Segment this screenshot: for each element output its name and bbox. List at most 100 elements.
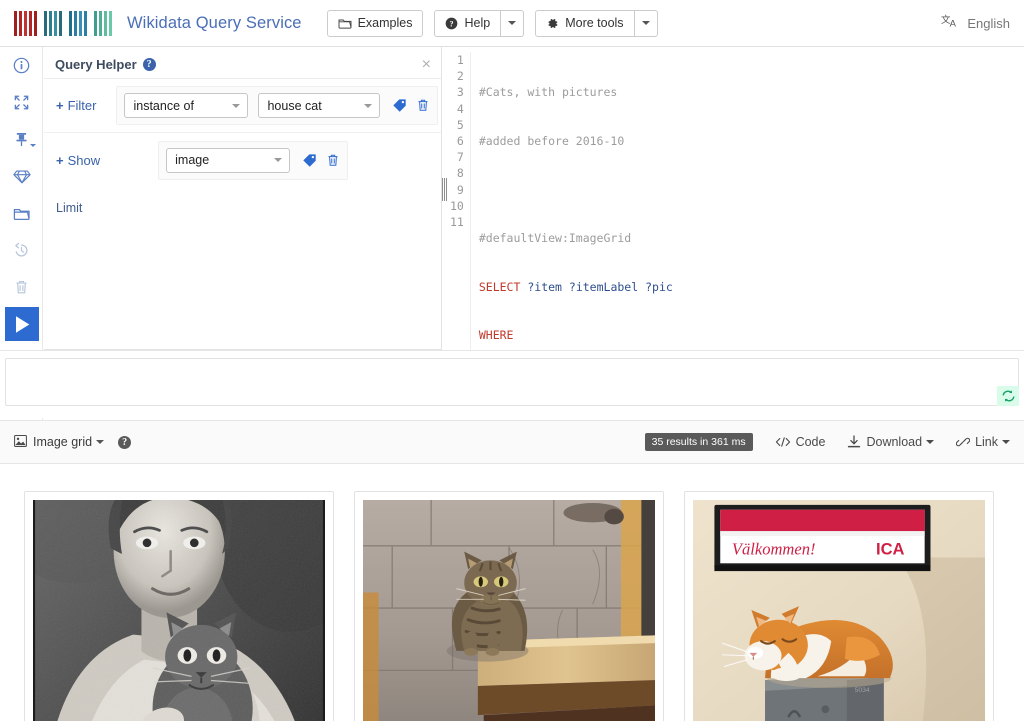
- language-selector[interactable]: 文 A English: [941, 13, 1010, 33]
- sparql-editor[interactable]: 1 2 3 4 5 6 7 8 9 10 11 #Cats, with pict…: [450, 47, 1024, 350]
- line-number: 5: [456, 117, 464, 132]
- result-image-1[interactable]: [33, 500, 325, 721]
- examples-button-label: Examples: [357, 16, 413, 30]
- add-show-label: Show: [67, 152, 101, 168]
- code-line-where: WHERE: [478, 328, 514, 343]
- svg-text:5034: 5034: [855, 687, 870, 694]
- gear-icon: [546, 17, 559, 30]
- wikidata-barcode-logo-icon: [14, 10, 114, 36]
- show-tag-icon[interactable]: [302, 153, 317, 168]
- results-count-badge: 35 results in 361 ms: [644, 433, 753, 451]
- link-button-label: Link: [975, 435, 998, 449]
- sidebar-item-fullscreen[interactable]: [0, 84, 43, 121]
- query-helper-limit-row[interactable]: Limit: [44, 187, 441, 215]
- examples-button[interactable]: Examples: [326, 9, 424, 37]
- run-query-button[interactable]: [5, 307, 39, 341]
- view-selector-label: Image grid: [33, 435, 93, 449]
- query-helper-title: Query Helper: [55, 57, 137, 72]
- line-number: 10: [450, 198, 464, 213]
- pin-icon: [16, 132, 27, 147]
- play-icon: [15, 315, 29, 333]
- add-show-button[interactable]: + Show: [56, 153, 100, 168]
- result-card[interactable]: [354, 491, 664, 721]
- expand-arrows-icon: [14, 95, 29, 110]
- help-split-button: ? Help: [434, 9, 525, 37]
- show-field-value: image: [175, 153, 210, 167]
- code-line: #defaultView:ImageGrid: [478, 231, 632, 246]
- filter-property-value: instance of: [133, 98, 194, 113]
- filter-delete-icon[interactable]: [416, 98, 430, 113]
- show-delete-icon[interactable]: [326, 153, 340, 168]
- caret-down-icon: [232, 103, 241, 108]
- line-number: 4: [456, 101, 464, 116]
- editor-code-area[interactable]: #Cats, with pictures #added before 2016-…: [471, 52, 1024, 350]
- line-number: 8: [456, 166, 464, 181]
- query-helper-close-icon[interactable]: ×: [422, 56, 431, 73]
- query-status-band: [0, 350, 1024, 418]
- svg-text:?: ?: [450, 19, 454, 28]
- app-title: Wikidata Query Service: [127, 13, 302, 32]
- filter-object-select[interactable]: house cat: [258, 93, 381, 118]
- trash-icon: [16, 281, 27, 294]
- editor-line-numbers: 1 2 3 4 5 6 7 8 9 10 11: [450, 52, 471, 350]
- caret-down-icon: [926, 440, 935, 444]
- filter-controls: instance of house cat: [116, 86, 439, 125]
- caret-down-icon: [641, 21, 650, 25]
- folder-open-icon: [338, 17, 352, 29]
- results-image-grid: Välkommen! ICA 5034: [0, 464, 1024, 721]
- caret-down-icon: [274, 158, 283, 162]
- sidebar-item-diamond[interactable]: [0, 158, 43, 195]
- help-button[interactable]: ? Help: [434, 9, 502, 37]
- download-button[interactable]: Download: [847, 435, 935, 449]
- panel-resize-handle[interactable]: [440, 178, 448, 201]
- code-line: #added before 2016-10: [478, 134, 625, 149]
- query-helper-help-icon[interactable]: ?: [142, 58, 156, 71]
- result-image-2[interactable]: [363, 500, 655, 721]
- more-tools-split-button: More tools: [535, 9, 658, 37]
- plus-icon: +: [56, 98, 64, 113]
- result-card[interactable]: [24, 491, 334, 721]
- sidebar-item-history[interactable]: [0, 232, 43, 269]
- result-image-3[interactable]: Välkommen! ICA 5034: [693, 500, 985, 721]
- query-helper-header: Query Helper ? ×: [44, 51, 441, 79]
- sidebar-item-pin[interactable]: [0, 121, 43, 158]
- history-undo-icon: [15, 242, 28, 257]
- caret-down-icon: [96, 440, 105, 444]
- help-dropdown-toggle[interactable]: [501, 9, 525, 37]
- sidebar-item-clear[interactable]: [0, 269, 43, 306]
- code-button-label: Code: [795, 435, 826, 449]
- line-number: 7: [456, 150, 464, 165]
- line-number: 11: [450, 215, 464, 230]
- link-button[interactable]: Link: [956, 435, 1010, 449]
- line-number: 1: [456, 53, 464, 67]
- view-selector[interactable]: Image grid: [14, 434, 105, 450]
- results-toolbar: Image grid ? 35 results in 361 ms Code D…: [0, 420, 1024, 464]
- code-button[interactable]: Code: [775, 435, 826, 449]
- result-card[interactable]: Välkommen! ICA 5034: [684, 491, 994, 721]
- show-controls: image: [158, 140, 349, 180]
- info-circle-icon: [13, 57, 30, 74]
- more-tools-dropdown-toggle[interactable]: [634, 9, 658, 37]
- code-brackets-icon: [775, 436, 791, 448]
- results-toolbar-right: 35 results in 361 ms Code Download Link: [644, 433, 1010, 451]
- filter-tag-icon[interactable]: [392, 98, 407, 113]
- more-tools-button[interactable]: More tools: [535, 9, 635, 37]
- limit-label: Limit: [56, 201, 83, 215]
- caret-down-icon: [1002, 440, 1010, 444]
- show-field-select[interactable]: image: [166, 147, 291, 173]
- sign-welcome-text: Välkommen!: [732, 540, 816, 559]
- results-help-icon[interactable]: ?: [118, 435, 132, 449]
- add-filter-button[interactable]: + Filter: [56, 98, 96, 113]
- filter-property-select[interactable]: instance of: [124, 93, 249, 118]
- query-helper-show-row: + Show image: [44, 133, 441, 187]
- query-helper-panel: Query Helper ? × + Filter instance of ho…: [44, 47, 442, 350]
- sidebar-item-open[interactable]: [0, 195, 43, 232]
- refresh-sync-button[interactable]: [997, 386, 1019, 406]
- sidebar-item-info[interactable]: [0, 47, 43, 84]
- brand: Wikidata Query Service: [14, 10, 302, 36]
- line-number: 6: [456, 134, 464, 149]
- query-status-box: [5, 358, 1019, 406]
- caret-down-icon: [30, 144, 36, 147]
- svg-text:A: A: [950, 19, 957, 30]
